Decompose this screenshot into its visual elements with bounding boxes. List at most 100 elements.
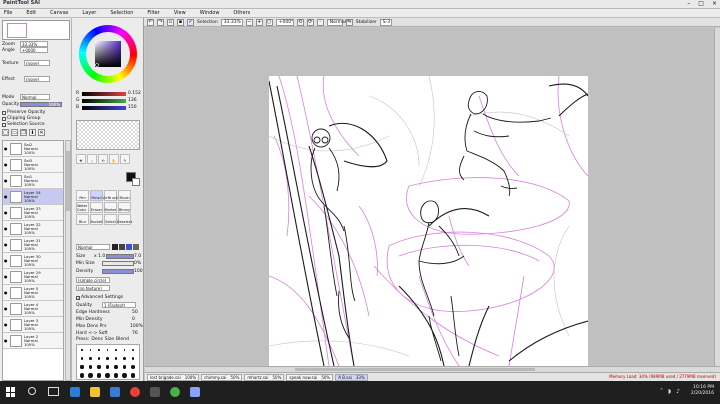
layer-row[interactable]: ● Layer 34 Normal 100% bbox=[3, 189, 63, 205]
chrome-icon[interactable] bbox=[130, 387, 140, 397]
brush-size-preset[interactable] bbox=[123, 357, 126, 360]
rotate-left-button[interactable]: ⟲ bbox=[296, 18, 304, 26]
layer-row[interactable]: ● Layer 32 Normal 100% bbox=[3, 221, 63, 237]
brush-size-preset[interactable] bbox=[131, 365, 135, 369]
brush-size-preset[interactable] bbox=[97, 357, 101, 360]
invert-selection-button[interactable]: ▪ bbox=[177, 18, 184, 26]
eye-icon[interactable]: ● bbox=[4, 226, 9, 231]
store-icon[interactable] bbox=[110, 387, 120, 397]
channel-slider[interactable] bbox=[82, 98, 126, 103]
eye-icon[interactable]: ● bbox=[4, 210, 9, 215]
menu-layer[interactable]: Layer bbox=[82, 10, 96, 16]
tool-pencil[interactable]: Pencil bbox=[90, 190, 103, 201]
eye-icon[interactable]: ● bbox=[4, 178, 9, 183]
layer-row[interactable]: ● Sai1 Normal 100% bbox=[3, 173, 63, 189]
copy-layer-button[interactable]: ❐ bbox=[20, 129, 27, 136]
nav-angle-field[interactable]: +0000 bbox=[20, 47, 48, 53]
windows-start-icon[interactable] bbox=[6, 387, 16, 397]
eye-icon[interactable]: ● bbox=[4, 290, 9, 295]
spotify-icon[interactable] bbox=[170, 387, 180, 397]
volume-icon[interactable]: ♪ bbox=[676, 388, 680, 395]
eye-icon[interactable]: ● bbox=[4, 306, 9, 311]
file-explorer-icon[interactable] bbox=[90, 387, 100, 397]
menu-selection[interactable]: Selection bbox=[110, 10, 133, 16]
brush-size-preset[interactable] bbox=[105, 365, 110, 369]
blend-mode-dropdown[interactable]: Normal bbox=[20, 94, 50, 100]
brush-texture-dropdown[interactable]: (no texture) bbox=[76, 285, 110, 291]
tool-pen[interactable]: Pen bbox=[76, 190, 89, 201]
eye-icon[interactable]: ● bbox=[4, 162, 9, 167]
minimize-button[interactable]: – bbox=[687, 0, 690, 7]
brush-size-preset[interactable] bbox=[105, 373, 110, 378]
scratchpad[interactable] bbox=[76, 120, 140, 150]
eye-icon[interactable]: ● bbox=[4, 274, 9, 279]
search-icon[interactable] bbox=[28, 387, 36, 395]
delete-layer-button[interactable]: ✕ bbox=[38, 129, 45, 136]
document-tab[interactable]: mhartz.sai 50% bbox=[244, 373, 285, 381]
app-icon[interactable] bbox=[150, 387, 160, 397]
brush-size-preset[interactable] bbox=[96, 373, 102, 378]
brush-size-preset[interactable] bbox=[132, 349, 134, 351]
selection-source-checkbox[interactable]: Selection Source bbox=[2, 122, 45, 127]
rotate-reset-button[interactable]: ◦ bbox=[316, 18, 324, 26]
brush-size-preset[interactable] bbox=[122, 373, 127, 378]
document-tab[interactable]: speak now.sai 50% bbox=[286, 373, 334, 381]
density-slider[interactable] bbox=[102, 269, 134, 274]
tool-select[interactable]: Select bbox=[104, 214, 117, 225]
layer-row[interactable]: ● Layer 5 Normal 100% bbox=[3, 285, 63, 301]
navigator-viewport[interactable] bbox=[7, 23, 27, 38]
brush-size-preset[interactable] bbox=[130, 373, 136, 378]
task-view-icon[interactable] bbox=[48, 387, 59, 396]
advanced-settings-toggle[interactable]: ✓ Advanced Settings bbox=[76, 295, 123, 300]
tool-binary[interactable]: Binary bbox=[118, 202, 131, 213]
layer-row[interactable]: ● Layer 2 Normal 100% bbox=[3, 333, 63, 349]
undo-button[interactable]: ↶ bbox=[147, 18, 154, 26]
mode-dropdown[interactable]: Normal bbox=[326, 18, 346, 26]
blend-checkbox[interactable]: Blend bbox=[116, 337, 129, 342]
brush-size-preset[interactable] bbox=[115, 349, 117, 351]
tool-deselect[interactable]: Deselect bbox=[117, 214, 132, 225]
effect-dropdown[interactable]: (none) bbox=[24, 76, 50, 82]
menu-edit[interactable]: Edit bbox=[26, 10, 36, 16]
brush-size-preset[interactable] bbox=[81, 349, 83, 351]
brush-size-preset[interactable] bbox=[79, 373, 85, 378]
brush-size-preset[interactable] bbox=[114, 365, 118, 369]
navigator-preview[interactable] bbox=[2, 20, 70, 40]
menu-filter[interactable]: Filter bbox=[147, 10, 159, 16]
eye-icon[interactable]: ● bbox=[4, 146, 9, 151]
menu-file[interactable]: File bbox=[4, 10, 12, 16]
layer-list-scrollbar[interactable] bbox=[65, 140, 71, 381]
brush-size-preset[interactable] bbox=[106, 349, 109, 351]
new-layer-button[interactable]: ▢ bbox=[2, 129, 9, 136]
menu-view[interactable]: View bbox=[174, 10, 186, 16]
scroll-thumb[interactable] bbox=[66, 151, 70, 211]
brush-size-preset[interactable] bbox=[98, 349, 100, 351]
brush-size-preset[interactable] bbox=[123, 349, 126, 351]
stabilizer-dropdown[interactable]: S-3 bbox=[379, 18, 392, 26]
zoom-tool[interactable]: ⌕ bbox=[87, 154, 97, 164]
hand-tool[interactable]: ✋ bbox=[109, 154, 119, 164]
network-icon[interactable]: ◗ bbox=[668, 388, 671, 395]
brush-size-preset[interactable] bbox=[97, 365, 101, 369]
tool-blur[interactable]: Blur bbox=[76, 214, 89, 225]
color-wheel[interactable] bbox=[78, 24, 138, 84]
eye-icon[interactable]: ● bbox=[4, 338, 9, 343]
tool-water-color[interactable]: Water Color bbox=[76, 202, 89, 213]
document-tab[interactable]: chimmy.sai 50% bbox=[201, 373, 243, 381]
channel-slider[interactable] bbox=[82, 91, 126, 96]
brush-size-preset[interactable] bbox=[88, 365, 93, 369]
min-size-slider[interactable] bbox=[102, 261, 134, 266]
texture-dropdown[interactable]: (none) bbox=[24, 60, 50, 66]
tool-brush[interactable]: Brush bbox=[118, 190, 131, 201]
layer-row[interactable]: ● Layer 4 Normal 100% bbox=[3, 301, 63, 317]
layer-row[interactable]: ● Layer 3 Normal 100% bbox=[3, 317, 63, 333]
rotate-tool[interactable]: ⟲ bbox=[98, 154, 108, 164]
clock[interactable]: 10:16 PM 2/20/2016 bbox=[691, 385, 714, 397]
layer-row[interactable]: ● Layer 29 Normal 100% bbox=[3, 269, 63, 285]
merge-layer-button[interactable]: ⬇ bbox=[29, 129, 36, 136]
brush-size-preset[interactable] bbox=[80, 357, 84, 360]
tool-marker[interactable]: Marker bbox=[104, 202, 117, 213]
eye-icon[interactable]: ● bbox=[4, 322, 9, 327]
brush-size-preset[interactable] bbox=[89, 349, 92, 351]
opacity-slider[interactable]: 100% bbox=[20, 102, 62, 107]
